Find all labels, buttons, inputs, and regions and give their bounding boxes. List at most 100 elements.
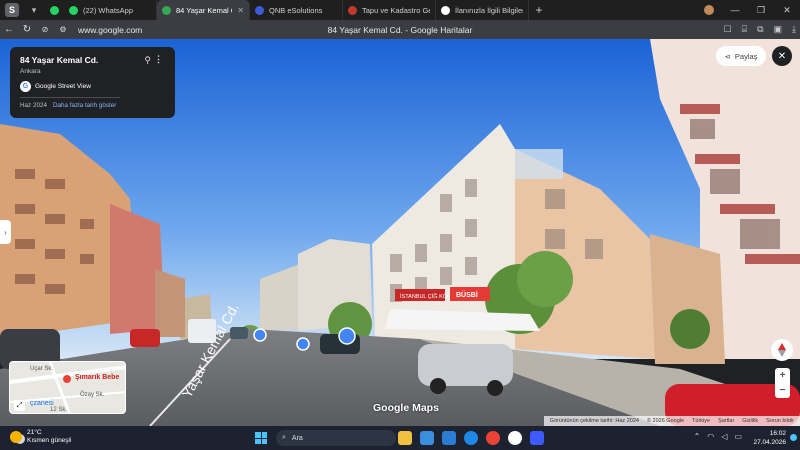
tab-whatsapp[interactable]: (22) WhatsApp xyxy=(64,0,157,20)
zoom-in-button[interactable]: + xyxy=(780,370,786,381)
reload-icon[interactable]: ↻ xyxy=(18,24,36,35)
share-icon: ⋖ xyxy=(724,51,731,61)
close-window-icon[interactable]: ✕ xyxy=(774,5,800,16)
search-label: Ara xyxy=(291,434,303,442)
compass-button[interactable] xyxy=(771,339,793,361)
tab-label: Tapu ve Kadastro Genel M xyxy=(362,5,430,15)
source-label: Google Street View xyxy=(35,83,91,90)
tab-label: İlanınızla İlgili Bilgileri Girin xyxy=(455,5,523,15)
tab-ilan[interactable]: İlanınızla İlgili Bilgileri Girin xyxy=(436,0,529,20)
share-label: Paylaş xyxy=(734,51,758,61)
bookmark-icon[interactable]: ☐ xyxy=(724,24,732,35)
tab-qnb[interactable]: QNB eSolutions xyxy=(250,0,343,20)
more-dates-link[interactable]: Daha fazla tarih göster xyxy=(53,102,116,109)
capture-dates: Haz 2024 Daha fazla tarih göster xyxy=(20,102,165,109)
tab-tapu-kadastro[interactable]: Tapu ve Kadastro Genel M xyxy=(343,0,436,20)
task-view-icon[interactable] xyxy=(420,431,434,445)
store-icon[interactable] xyxy=(442,431,456,445)
location-title: 84 Yaşar Kemal Cd. xyxy=(20,55,99,65)
battery-icon[interactable]: ▭ xyxy=(734,432,742,441)
aria-icon[interactable]: ⊘ xyxy=(36,25,54,34)
site-info-icon[interactable]: ⚙ xyxy=(54,25,72,34)
notification-icon[interactable] xyxy=(790,434,797,441)
shop-sign-2: BÜSBİ xyxy=(456,290,478,299)
attribution-bar: Görüntünün çekilme tarihi: Haz 2024 © 20… xyxy=(543,416,800,426)
edge-icon[interactable] xyxy=(464,431,478,445)
weather-condition: Kısmen güneşli xyxy=(27,437,72,444)
side-panel-toggle[interactable]: › xyxy=(0,220,11,244)
region-link[interactable]: Türkiye xyxy=(692,418,710,424)
taskbar-search[interactable]: ⌕ Ara xyxy=(276,430,396,446)
qnb-icon xyxy=(255,5,264,15)
temperature: 21°C xyxy=(27,429,42,436)
location-info-card: 84 Yaşar Kemal Cd. Ankara G Google Stree… xyxy=(10,47,175,118)
map-pin-icon[interactable]: ⚲ xyxy=(144,55,151,66)
windows-taskbar: 21°C Kısmen güneşli ⌕ Ara ⌃ ◠ ◁ ▭ 16:02 … xyxy=(0,426,800,450)
copyright-text: © 2026 Google xyxy=(646,418,685,424)
tab-label: (22) WhatsApp xyxy=(83,5,134,15)
close-tab-icon[interactable]: ✕ xyxy=(237,6,244,15)
tab-list-icon[interactable]: ▾ xyxy=(24,0,44,20)
privacy-link[interactable]: Gizlilik xyxy=(742,418,758,424)
location-city: Ankara xyxy=(20,68,41,75)
search-icon: ⌕ xyxy=(282,434,286,441)
whatsapp-pinned-icon[interactable] xyxy=(44,0,64,20)
address-bar-actions: ☐ ⌸ ⧉ ▣ ⤓ xyxy=(724,24,796,35)
new-tab-button[interactable]: + xyxy=(529,3,549,17)
minimap-street-3: 12 Sk. xyxy=(50,407,68,413)
info-icon xyxy=(441,5,450,15)
tapu-icon xyxy=(348,5,357,15)
shop-sign-1: İSTANBUL ÇİĞ KÖFTE xyxy=(400,293,458,300)
browser-logo-icon[interactable]: S xyxy=(5,3,19,17)
address-bar: ← ↻ ⊘ ⚙ www.google.com 84 Yaşar Kemal Cd… xyxy=(0,20,800,39)
report-link[interactable]: Sorun bildir xyxy=(766,418,794,424)
capture-date: Haz 2024 xyxy=(20,102,47,109)
yandex-icon[interactable] xyxy=(508,431,522,445)
clock-time: 16:02 xyxy=(769,430,786,437)
tab-label: QNB eSolutions xyxy=(269,5,323,15)
tab-label: 84 Yaşar Kemal Cd. - Go xyxy=(176,5,232,15)
minimap-roads xyxy=(10,362,125,413)
back-icon[interactable]: ← xyxy=(0,24,18,35)
weather-widget[interactable]: 21°C Kısmen güneşli xyxy=(10,429,71,445)
terms-link[interactable]: Şartlar xyxy=(718,418,734,424)
profile-avatar[interactable] xyxy=(704,5,714,15)
page-title: 84 Yaşar Kemal Cd. - Google Haritalar xyxy=(327,24,473,35)
app-icon[interactable] xyxy=(530,431,544,445)
minimize-icon[interactable]: — xyxy=(722,5,748,15)
volume-icon[interactable]: ◁ xyxy=(721,432,727,441)
more-options-icon[interactable]: ⋮ xyxy=(154,54,163,65)
extensions-icon[interactable]: ⧉ xyxy=(757,24,763,35)
clock[interactable]: 16:02 27.04.2026 xyxy=(753,429,786,447)
card-divider xyxy=(20,97,120,98)
minimap-place-label[interactable]: Şımarık Bebe xyxy=(75,374,119,381)
partly-sunny-icon xyxy=(10,431,22,443)
street-view-source: G Google Street View xyxy=(20,81,165,92)
maximize-icon[interactable]: ❐ xyxy=(748,5,774,16)
browser-tab-bar: S ▾ (22) WhatsApp 84 Yaşar Kemal Cd. - G… xyxy=(0,0,800,20)
download-icon[interactable]: ⤓ xyxy=(792,24,796,35)
window-controls: — ❐ ✕ xyxy=(704,0,800,20)
zoom-out-button[interactable]: − xyxy=(780,385,786,396)
minimap-street-2: Özay Sk. xyxy=(80,392,105,398)
file-explorer-icon[interactable] xyxy=(398,431,412,445)
share-button[interactable]: ⋖ Paylaş xyxy=(716,46,766,66)
tab-google-maps[interactable]: 84 Yaşar Kemal Cd. - Go ✕ xyxy=(157,0,250,20)
street-view-panorama[interactable]: İSTANBUL ÇİĞ KÖFTE BÜSBİ Yaşar Kemal Cd.… xyxy=(0,39,800,426)
split-icon[interactable]: ⌸ xyxy=(742,24,747,35)
tray-overflow-icon[interactable]: ⌃ xyxy=(694,432,701,441)
chrome-icon[interactable] xyxy=(486,431,500,445)
whatsapp-icon xyxy=(69,5,78,15)
windows-start-icon[interactable] xyxy=(255,432,267,444)
url-text[interactable]: www.google.com xyxy=(78,25,198,35)
close-street-view-button[interactable]: ✕ xyxy=(772,46,792,66)
minimap-nearby-label[interactable]: çzanesi xyxy=(30,400,54,407)
google-maps-logo: Google Maps xyxy=(373,402,439,414)
wifi-icon[interactable]: ◠ xyxy=(707,432,714,441)
expand-map-icon[interactable]: ⤢ xyxy=(14,400,25,411)
wallet-icon[interactable]: ▣ xyxy=(774,24,783,35)
zoom-controls: + − xyxy=(775,368,790,398)
minimap[interactable]: Uçar Sk. Özay Sk. 12 Sk. Şımarık Bebe çz… xyxy=(9,361,126,414)
taskbar-apps xyxy=(398,431,544,445)
compass-needle-icon xyxy=(778,343,786,357)
